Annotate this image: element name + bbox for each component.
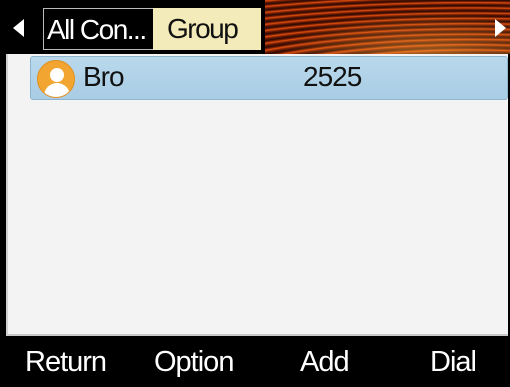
contact-number: 2525 xyxy=(303,61,362,92)
tab-all-contacts[interactable]: All Con... xyxy=(43,8,153,50)
contact-list: Bro 2525 xyxy=(6,54,508,336)
avatar-body xyxy=(44,83,70,97)
softkey-bar: Return Option Add Dial xyxy=(0,338,510,387)
tab-group[interactable]: Group xyxy=(153,8,261,50)
contact-row[interactable]: Bro 2525 xyxy=(30,56,508,100)
return-button[interactable]: Return xyxy=(25,346,107,379)
tab-bar: All Con... Group xyxy=(0,0,510,54)
arrow-left-icon[interactable] xyxy=(13,19,24,37)
avatar-head xyxy=(50,68,64,82)
dial-button[interactable]: Dial xyxy=(430,346,477,379)
phone-screen: All Con... Group Bro 2525 Return Option … xyxy=(0,0,510,387)
option-button[interactable]: Option xyxy=(154,346,234,379)
arrow-right-icon[interactable] xyxy=(495,19,506,37)
person-icon xyxy=(37,60,75,98)
contact-name: Bro xyxy=(83,61,125,92)
add-button[interactable]: Add xyxy=(300,346,350,379)
